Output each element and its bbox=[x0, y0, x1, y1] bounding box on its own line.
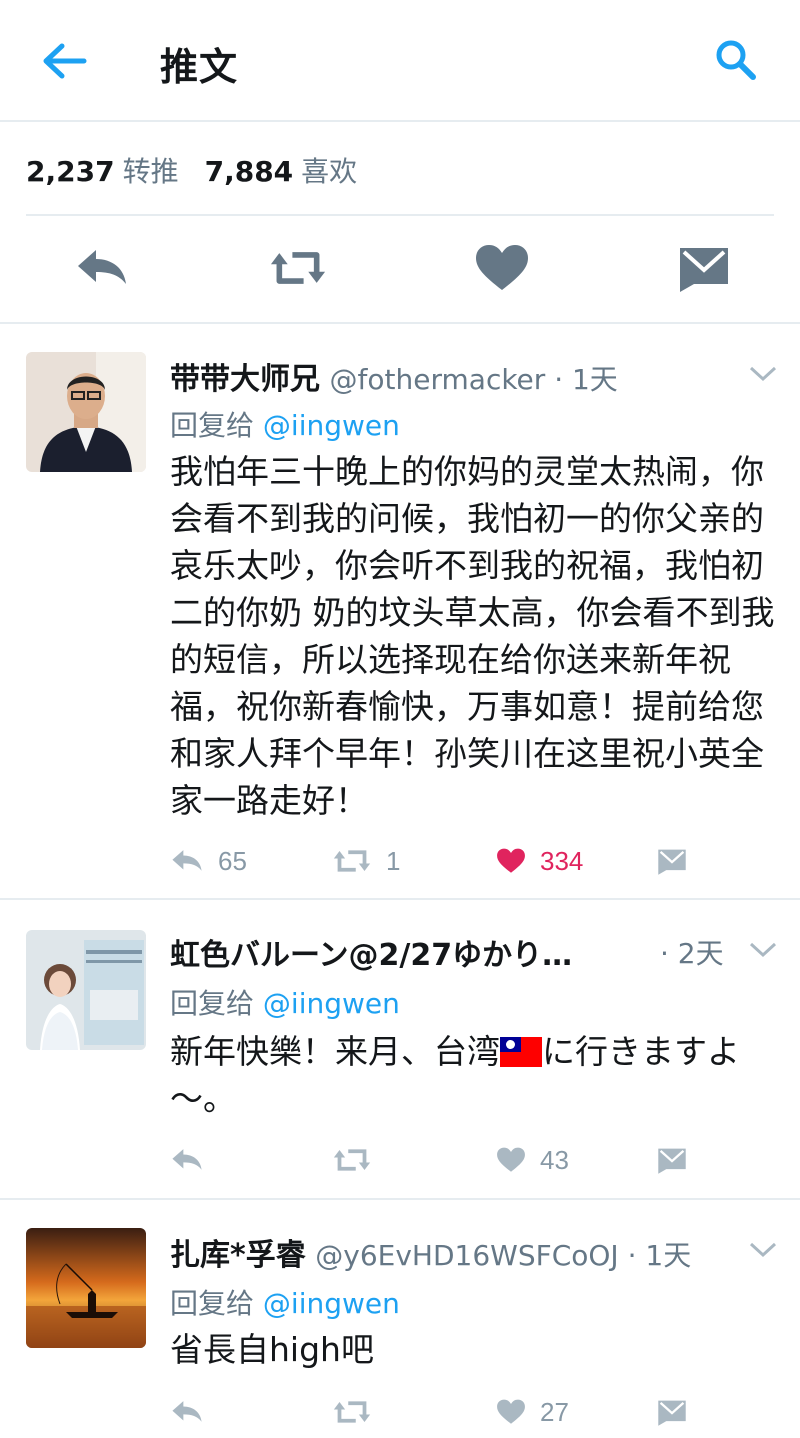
reply-actions: 65 1 334 bbox=[170, 841, 780, 881]
like-icon bbox=[497, 1147, 525, 1172]
reply-icon bbox=[172, 1149, 202, 1170]
reply-to-label: 回复给 bbox=[170, 409, 255, 442]
like-count[interactable]: 7,884 bbox=[205, 155, 294, 188]
tweet-text: 新年快樂！来月、台湾 に行きますよ～。 bbox=[170, 1028, 780, 1122]
author-meta: · 2天 bbox=[660, 932, 724, 972]
retweet-action[interactable] bbox=[332, 1140, 372, 1180]
retweet-action[interactable]: 1 bbox=[332, 841, 400, 881]
reply-actions: 27 bbox=[170, 1392, 780, 1432]
reply-to-label: 回复给 bbox=[170, 1287, 255, 1320]
direct-message-icon[interactable] bbox=[676, 244, 732, 292]
reply-to-label: 回复给 bbox=[170, 987, 255, 1020]
tweet-stats: 2,237 转推 7,884 喜欢 bbox=[26, 150, 383, 190]
direct-message-icon bbox=[658, 849, 686, 875]
reply-icon[interactable] bbox=[74, 244, 130, 292]
retweet-label[interactable]: 转推 bbox=[123, 155, 179, 188]
author-handle[interactable]: @y6EvHD16WSFCoOJ · 1天 bbox=[315, 1239, 691, 1272]
like-count: 27 bbox=[540, 1396, 569, 1427]
tweet-text: 我怕年三十晚上的你妈的灵堂太热闹，你会看不到我的问候，我怕初一的你父亲的哀乐太吵… bbox=[170, 452, 775, 820]
like-label[interactable]: 喜欢 bbox=[301, 155, 357, 188]
avatar-photo-poster bbox=[26, 930, 146, 1050]
reply-to-line: 回复给 @iingwen bbox=[170, 1282, 400, 1322]
reply-action[interactable] bbox=[170, 1392, 204, 1432]
avatar-photo-man bbox=[26, 352, 146, 472]
avatar[interactable] bbox=[26, 930, 146, 1050]
reply-to-line: 回复给 @iingwen bbox=[170, 982, 400, 1022]
like-action[interactable]: 334 bbox=[496, 841, 583, 881]
author-handle[interactable]: · 2天 bbox=[660, 937, 724, 970]
avatar-photo-sunset bbox=[26, 1228, 146, 1348]
tweet-text: 省長自high吧 bbox=[170, 1330, 374, 1369]
reply-count: 65 bbox=[218, 845, 247, 876]
retweet-icon bbox=[333, 850, 371, 872]
reply-to-mention[interactable]: @iingwen bbox=[263, 409, 400, 442]
chevron-down-icon[interactable] bbox=[748, 1240, 778, 1260]
retweet-icon bbox=[333, 1149, 371, 1171]
reply-to-mention[interactable]: @iingwen bbox=[263, 1287, 400, 1320]
retweet-count: 1 bbox=[386, 845, 401, 876]
like-action[interactable]: 27 bbox=[496, 1392, 569, 1432]
avatar[interactable] bbox=[26, 352, 146, 472]
direct-message-icon bbox=[658, 1148, 686, 1174]
top-bar: 推文 bbox=[0, 0, 800, 122]
back-arrow-icon[interactable] bbox=[38, 38, 88, 84]
like-icon[interactable] bbox=[474, 244, 530, 292]
like-action[interactable]: 43 bbox=[496, 1140, 569, 1180]
like-icon bbox=[497, 848, 525, 873]
reply-actions: 43 bbox=[170, 1140, 780, 1180]
reply-icon bbox=[172, 1401, 202, 1422]
retweet-icon bbox=[333, 1401, 371, 1423]
author-name[interactable]: 带带大师兄 bbox=[170, 362, 320, 397]
chevron-down-icon[interactable] bbox=[748, 940, 778, 960]
page-title: 推文 bbox=[160, 45, 239, 89]
chevron-down-icon[interactable] bbox=[748, 364, 778, 384]
retweet-action[interactable] bbox=[332, 1392, 372, 1432]
reply-to-mention[interactable]: @iingwen bbox=[263, 987, 400, 1020]
like-icon bbox=[497, 1399, 525, 1424]
direct-message-icon bbox=[658, 1400, 686, 1426]
tweet-action-bar bbox=[0, 232, 800, 308]
retweet-icon[interactable] bbox=[270, 244, 326, 292]
reply-tweet[interactable]: 虹色バルーン@2/27ゆかり… · 2天 回复给 @iingwen 新年快樂！来… bbox=[0, 900, 800, 1198]
author-name[interactable]: 虹色バルーン@2/27ゆかり… bbox=[170, 938, 572, 973]
search-icon[interactable] bbox=[712, 36, 760, 84]
retweet-count[interactable]: 2,237 bbox=[26, 155, 115, 188]
reply-icon bbox=[172, 850, 202, 871]
reply-action[interactable] bbox=[170, 1140, 204, 1180]
author-handle[interactable]: @fothermacker · 1天 bbox=[330, 363, 618, 396]
reply-tweet[interactable]: 扎库*孚睿 @y6EvHD16WSFCoOJ · 1天 回复给 @iingwen… bbox=[0, 1200, 800, 1438]
author-line: 扎库*孚睿 @y6EvHD16WSFCoOJ · 1天 bbox=[170, 1230, 691, 1274]
author-line: 虹色バルーン@2/27ゆかり… bbox=[170, 930, 572, 974]
like-count: 334 bbox=[540, 845, 584, 876]
taiwan-flag-emoji bbox=[500, 1037, 542, 1067]
like-count: 43 bbox=[540, 1144, 569, 1175]
divider bbox=[26, 214, 774, 216]
tweet-text-part: 新年快樂！来月、台湾 bbox=[170, 1032, 500, 1071]
dm-action[interactable] bbox=[656, 1140, 688, 1180]
author-line: 带带大师兄 @fothermacker · 1天 bbox=[170, 354, 618, 398]
reply-action[interactable]: 65 bbox=[170, 841, 247, 881]
reply-tweet[interactable]: 带带大师兄 @fothermacker · 1天 回复给 @iingwen 我怕… bbox=[0, 324, 800, 899]
avatar[interactable] bbox=[26, 1228, 146, 1348]
author-name[interactable]: 扎库*孚睿 bbox=[170, 1238, 306, 1273]
dm-action[interactable] bbox=[656, 841, 688, 881]
reply-to-line: 回复给 @iingwen bbox=[170, 404, 400, 444]
dm-action[interactable] bbox=[656, 1392, 688, 1432]
